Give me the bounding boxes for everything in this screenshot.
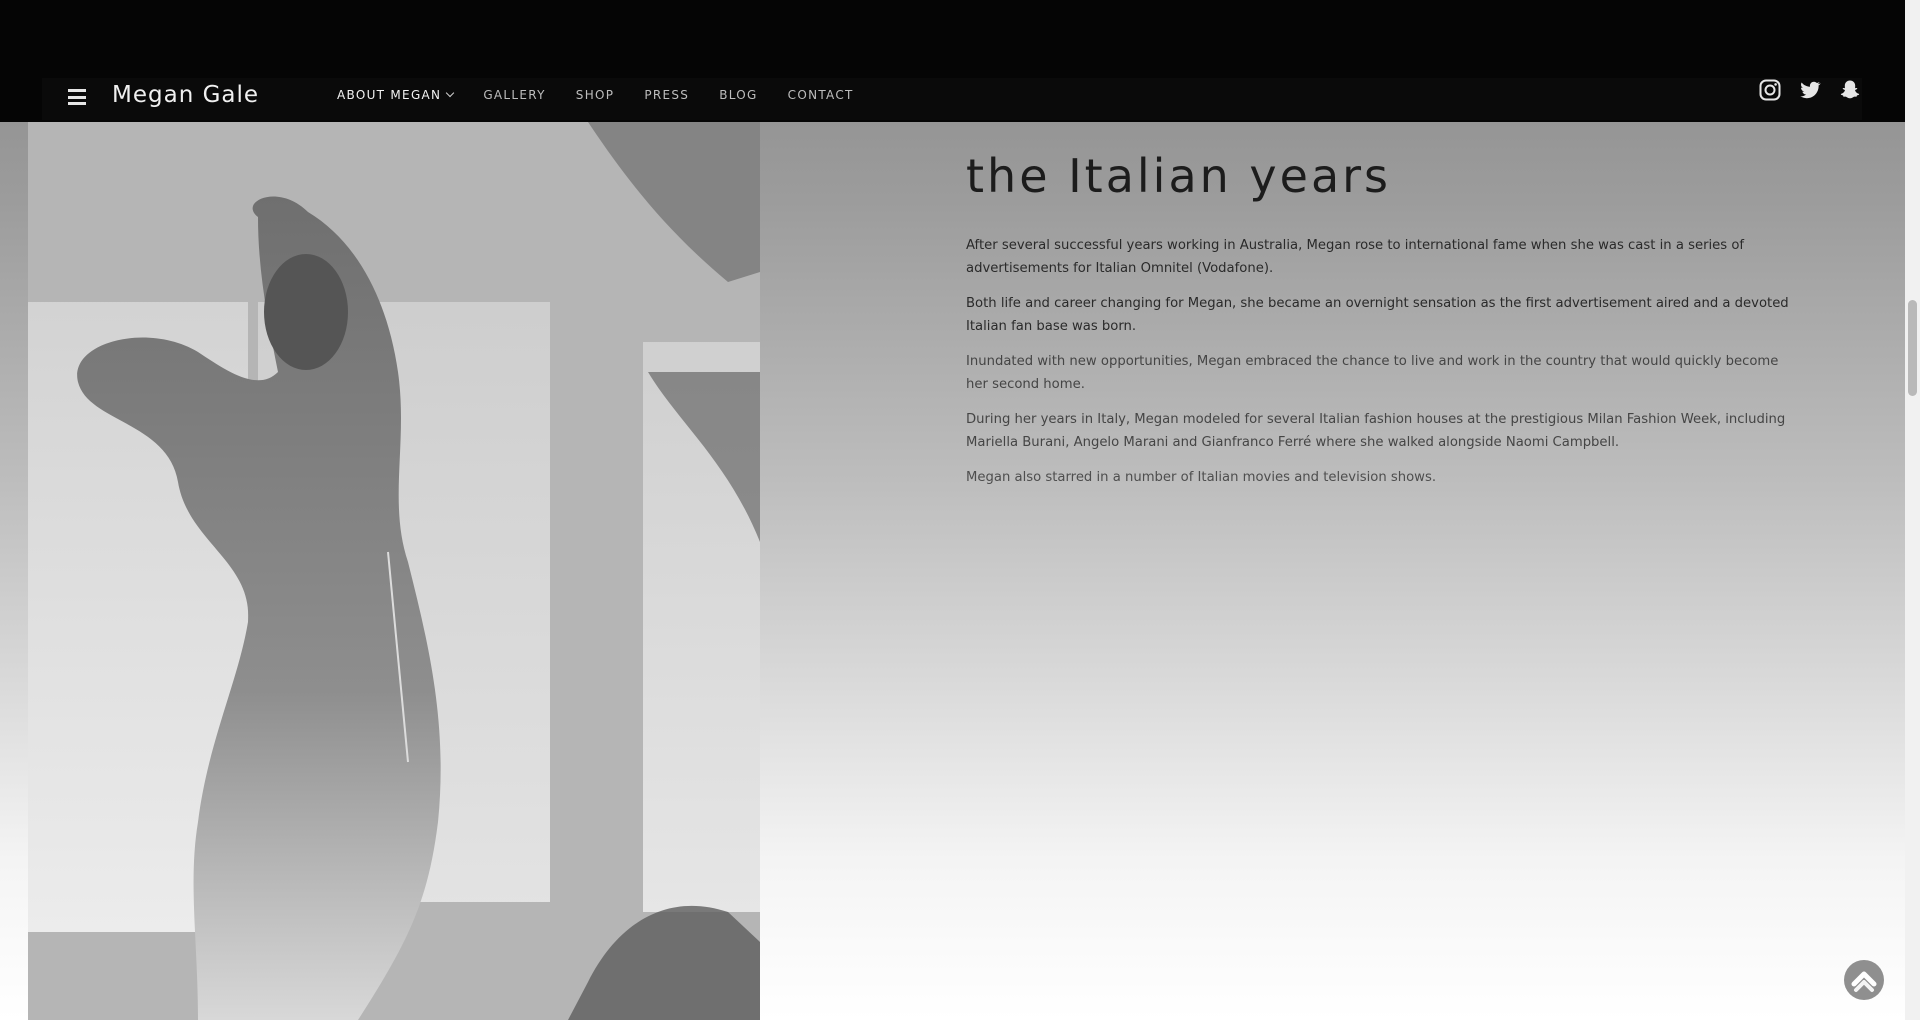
page-scrollbar[interactable] bbox=[1905, 0, 1920, 1020]
hamburger-line bbox=[68, 89, 86, 92]
nav-item-label: ABOUT MEGAN bbox=[337, 88, 442, 102]
page-title: the Italian years bbox=[966, 149, 1392, 203]
article: the Italian years After several successf… bbox=[966, 152, 1796, 501]
back-to-top-button[interactable] bbox=[1844, 960, 1884, 1000]
chevron-up-icon bbox=[1851, 971, 1877, 992]
article-paragraph: Both life and career changing for Megan,… bbox=[966, 296, 1789, 335]
navbar: Megan Gale ABOUT MEGAN GALLERY SHOP PRES… bbox=[42, 78, 1862, 120]
hamburger-menu-icon[interactable] bbox=[68, 89, 86, 105]
nav-item-label: CONTACT bbox=[787, 88, 854, 102]
nav-item-label: SHOP bbox=[575, 88, 615, 102]
scrollbar-thumb[interactable] bbox=[1908, 300, 1917, 396]
main-nav: ABOUT MEGAN GALLERY SHOP PRESS BLOG CONT… bbox=[337, 88, 884, 102]
social-links bbox=[1758, 78, 1862, 102]
nav-item-gallery[interactable]: GALLERY bbox=[483, 88, 545, 102]
hero-photo bbox=[28, 122, 760, 1020]
nav-item-blog[interactable]: BLOG bbox=[719, 88, 757, 102]
instagram-icon[interactable] bbox=[1758, 78, 1782, 102]
article-paragraph: During her years in Italy, Megan modeled… bbox=[966, 412, 1786, 451]
snapchat-icon[interactable] bbox=[1838, 78, 1862, 102]
article-paragraph: Inundated with new opportunities, Megan … bbox=[966, 354, 1779, 393]
article-paragraph: After several successful years working i… bbox=[966, 238, 1745, 277]
nav-item-about-megan[interactable]: ABOUT MEGAN bbox=[337, 88, 455, 102]
nav-item-label: PRESS bbox=[644, 88, 690, 102]
nav-item-label: BLOG bbox=[719, 88, 758, 102]
hamburger-line bbox=[68, 102, 86, 105]
page: Megan Gale ABOUT MEGAN GALLERY SHOP PRES… bbox=[0, 0, 1920, 1020]
nav-item-contact[interactable]: CONTACT bbox=[788, 88, 854, 102]
nav-item-label: GALLERY bbox=[483, 88, 546, 102]
photo-illustration bbox=[28, 122, 760, 1020]
twitter-icon[interactable] bbox=[1798, 78, 1822, 102]
nav-item-press[interactable]: PRESS bbox=[644, 88, 689, 102]
article-paragraph: Megan also starred in a number of Italia… bbox=[966, 470, 1437, 486]
hamburger-line bbox=[68, 95, 86, 99]
nav-item-shop[interactable]: SHOP bbox=[576, 88, 615, 102]
brand-logo[interactable]: Megan Gale bbox=[112, 82, 259, 108]
chevron-down-icon bbox=[446, 88, 455, 98]
